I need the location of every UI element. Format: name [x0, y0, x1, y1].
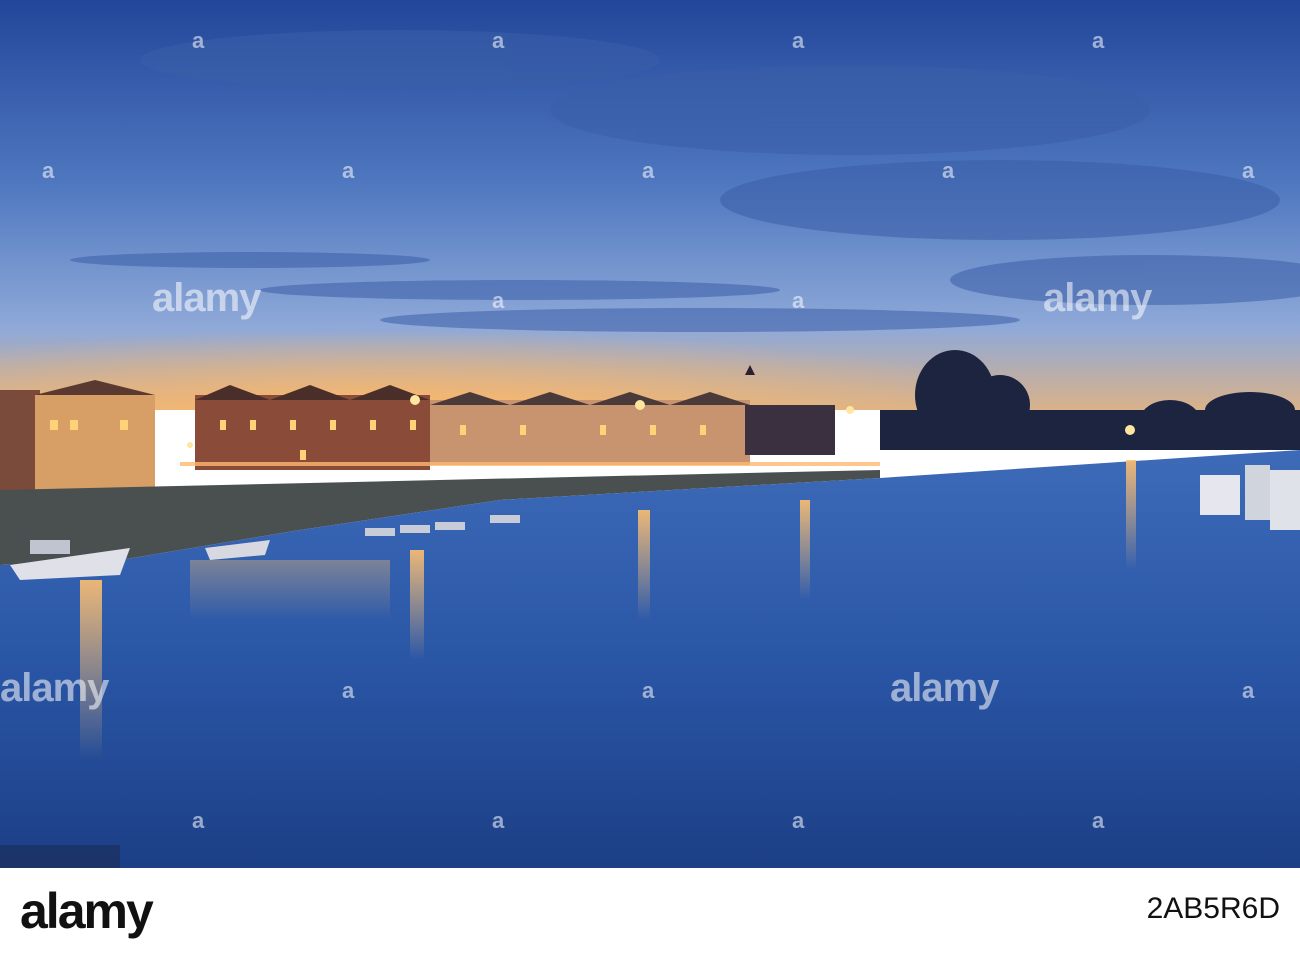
watermark-icon: a — [42, 158, 54, 183]
watermark-icon: a — [642, 158, 654, 183]
watermark-text: alamy — [152, 276, 261, 320]
watermark-icon: a — [342, 678, 354, 703]
watermark-icon: a — [492, 288, 504, 313]
watermark-icon: a — [492, 808, 504, 833]
watermark-icon: a — [192, 808, 204, 833]
watermark-icon: a — [1242, 158, 1254, 183]
watermark-text: alamy — [0, 666, 109, 710]
watermark-icon: a — [942, 158, 954, 183]
watermark-icon: a — [1092, 28, 1104, 53]
watermark-icon: a — [792, 28, 804, 53]
watermark-text: alamy — [890, 666, 999, 710]
watermark-icon: a — [192, 28, 204, 53]
watermark-icon: a — [642, 678, 654, 703]
river-night-photo: alamy alamy alamy alamy a a a a a a a a … — [0, 0, 1300, 868]
watermark-icon: a — [1092, 808, 1104, 833]
image-id: 2AB5R6D — [1146, 892, 1280, 925]
watermark-text: alamy — [1043, 276, 1152, 320]
photo-canvas — [0, 0, 1300, 868]
footer-bar: alamy 2AB5R6D — [0, 868, 1300, 957]
watermark-icon: a — [1242, 678, 1254, 703]
foreground-edge — [0, 845, 120, 868]
watermark-icon: a — [342, 158, 354, 183]
light-trail — [180, 462, 880, 466]
footer-logo: alamy — [20, 883, 154, 939]
watermark-icon: a — [792, 288, 804, 313]
watermark-icon: a — [792, 808, 804, 833]
watermark-icon: a — [492, 28, 504, 53]
